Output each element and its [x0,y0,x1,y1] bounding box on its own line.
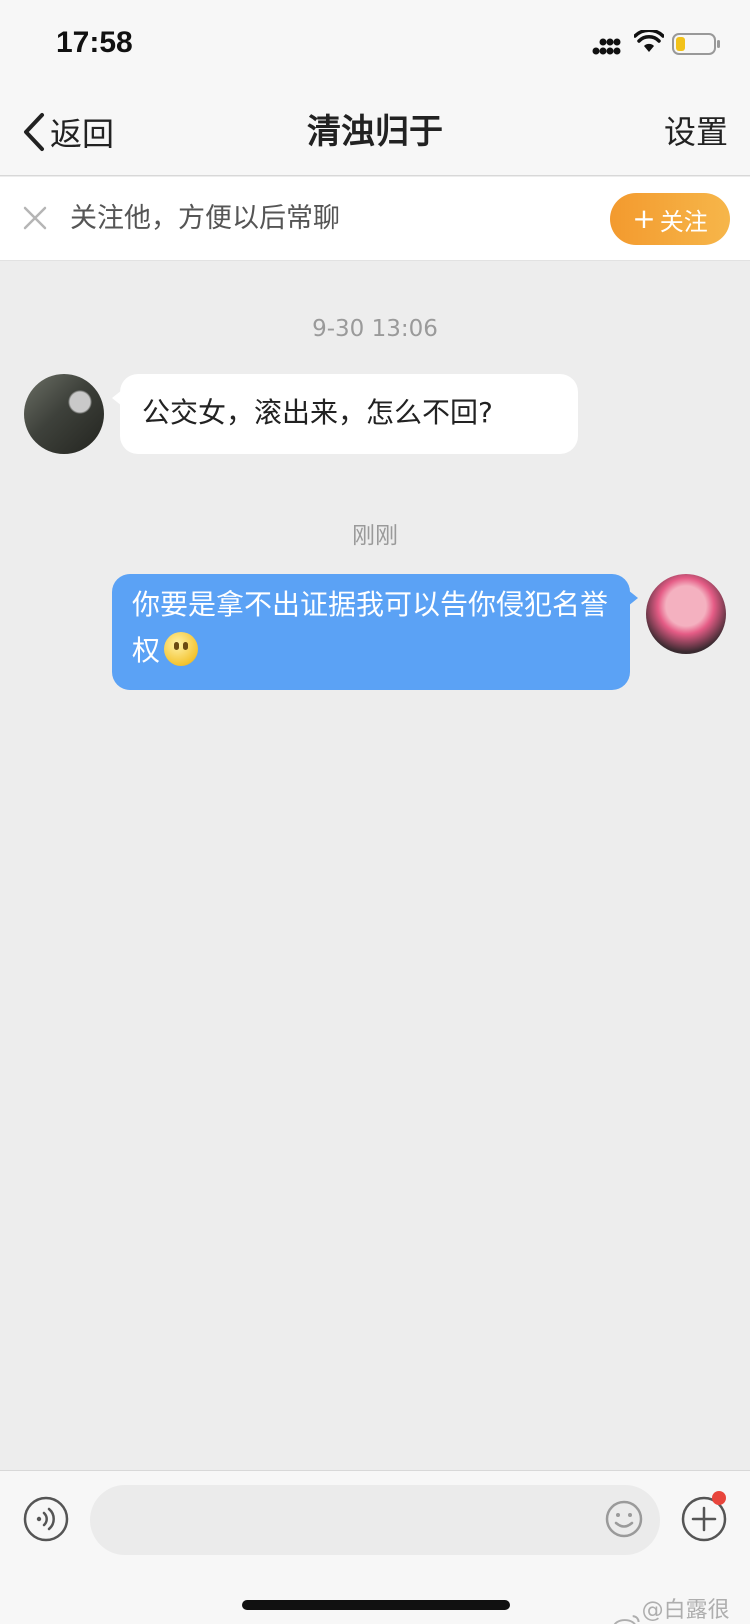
status-time: 17:58 [56,26,133,59]
watermark: @白露很白 [612,1592,750,1624]
nav-bar: 返回 清浊归于 设置 [0,88,750,176]
watermark-text: @白露很白 [641,1598,730,1623]
follow-banner: 关注他，方便以后常聊 + 关注 [0,177,750,261]
outgoing-message-bubble[interactable]: 你要是拿不出证据我可以告你侵犯名誉权 [112,574,638,690]
emoji-icon[interactable] [604,1499,644,1539]
smiley-emoji-icon [164,632,199,666]
battery-icon [672,33,720,55]
incoming-message-text: 公交女，滚出来，怎么不回? [142,396,493,429]
incoming-message-bubble[interactable]: 公交女，滚出来，怎么不回? [112,374,578,454]
message-timestamp: 9-30 13:06 [312,316,438,342]
plus-icon: + [632,202,656,235]
close-icon[interactable] [22,205,48,231]
home-indicator[interactable] [242,1600,510,1610]
page-title: 清浊归于 [307,112,443,152]
message-input[interactable] [90,1485,660,1555]
status-bar: 17:58 [0,0,750,88]
avatar-other-user[interactable] [24,374,104,454]
outgoing-message-text: 你要是拿不出证据我可以告你侵犯名誉权 [132,588,609,667]
voice-icon[interactable] [22,1495,70,1543]
avatar-self[interactable] [646,574,726,654]
follow-button[interactable]: + 关注 [610,193,730,245]
weibo-icon [613,1615,640,1624]
wifi-icon [634,30,664,52]
settings-button[interactable]: 设置 [664,108,728,156]
follow-banner-text: 关注他，方便以后常聊 [70,203,340,234]
message-timestamp: 刚刚 [352,523,398,549]
follow-button-label: 关注 [659,207,708,236]
notification-dot [712,1491,726,1505]
signal-icon [592,38,621,55]
